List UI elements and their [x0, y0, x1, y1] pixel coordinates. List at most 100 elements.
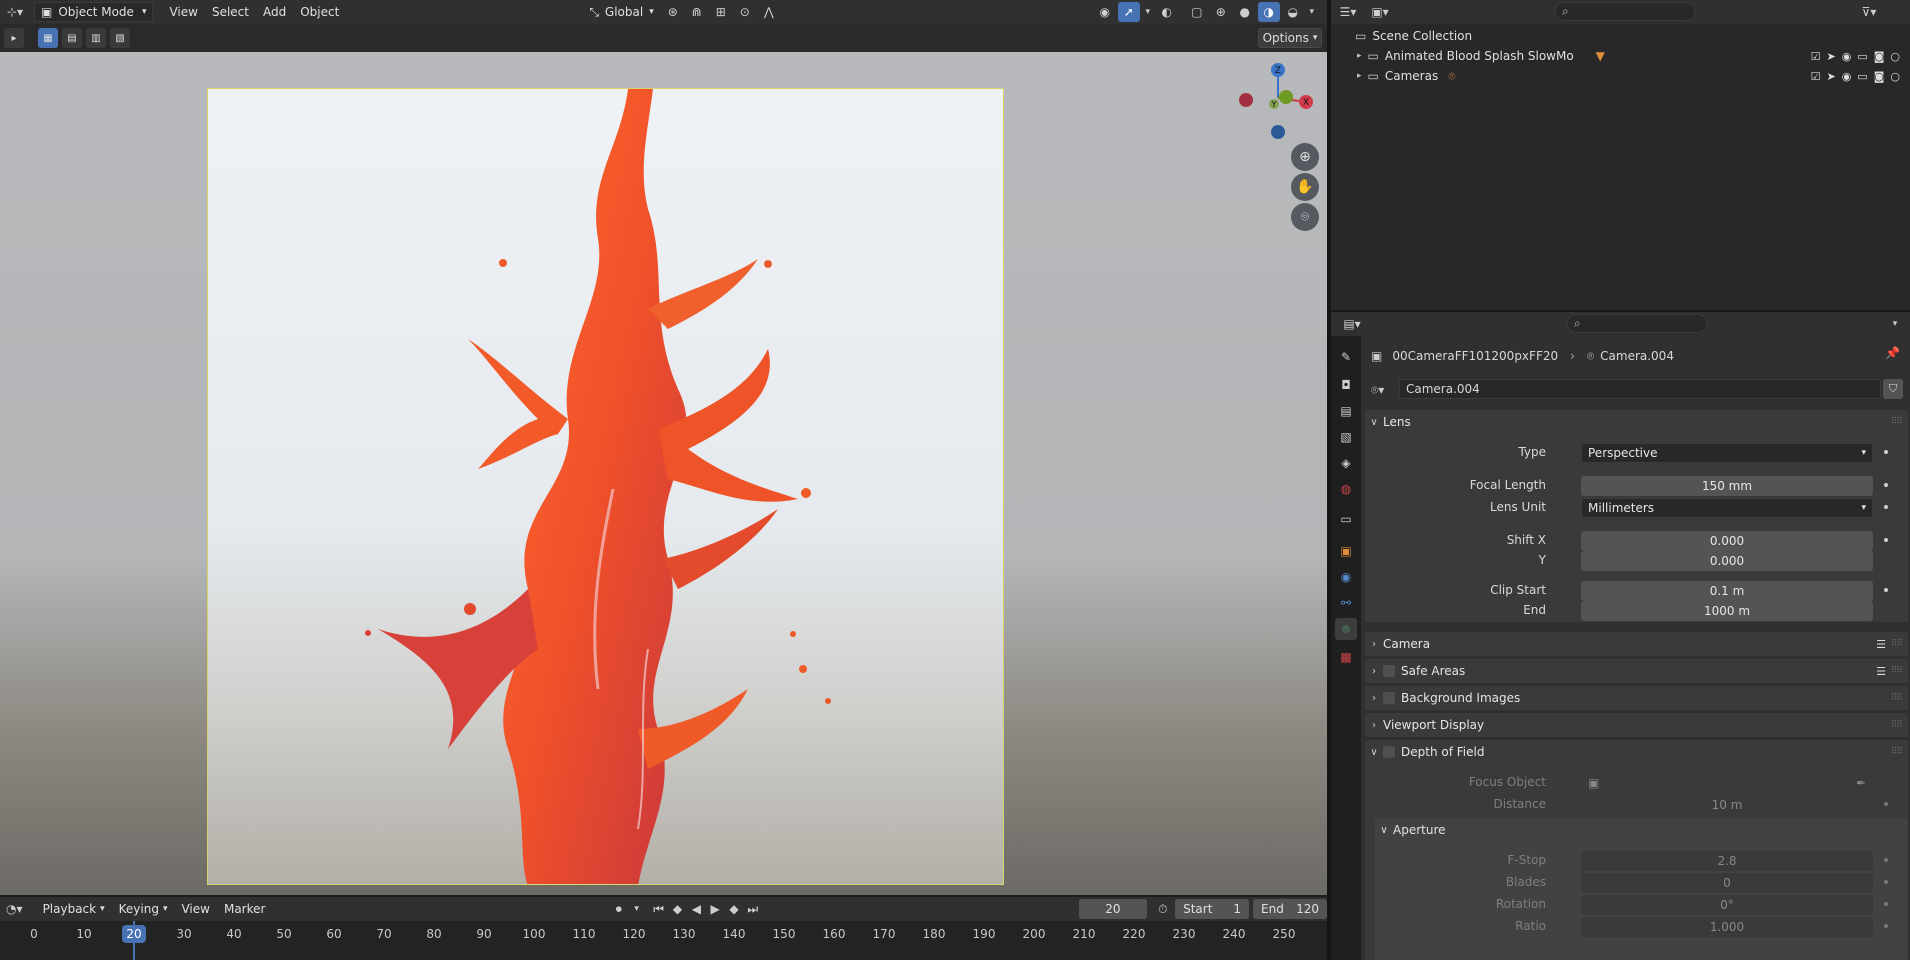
navigation-gizmo[interactable]: Z X Y — [1232, 60, 1322, 144]
pivot-icon[interactable]: ⊛ — [662, 2, 684, 22]
expand-arrow-icon[interactable]: ▸ — [1357, 71, 1362, 81]
options-button[interactable]: Options ▾ — [1258, 28, 1322, 48]
solid-shading-icon[interactable]: ● — [1234, 2, 1256, 22]
snap-icon[interactable]: ⋒ — [686, 2, 708, 22]
fstop-field[interactable]: 2.8 — [1581, 851, 1873, 871]
menu-object[interactable]: Object — [294, 2, 345, 22]
menu-view[interactable]: View — [163, 2, 203, 22]
select-extend-icon[interactable]: ▤ — [62, 28, 82, 48]
lens-unit-dropdown[interactable]: Millimeters ▾ — [1581, 498, 1873, 518]
keyframe-dot[interactable] — [1884, 802, 1888, 806]
blades-field[interactable]: 0 — [1581, 873, 1873, 893]
shift-y-field[interactable]: 0.000 — [1581, 551, 1873, 571]
xray-icon[interactable]: ▢ — [1186, 2, 1208, 22]
select-tool-icon[interactable]: ▸ — [4, 28, 24, 48]
menu-select[interactable]: Select — [206, 2, 255, 22]
distance-field[interactable]: 10 m — [1581, 795, 1873, 815]
zoom-icon[interactable]: ⊕ — [1291, 143, 1319, 171]
select-intersect-icon[interactable]: ▧ — [110, 28, 130, 48]
rotation-field[interactable]: 0° — [1581, 895, 1873, 915]
chevron-down-icon[interactable]: ▾ — [1306, 2, 1318, 22]
end-frame-field[interactable]: End 120 — [1253, 899, 1327, 919]
editor-type-icon[interactable]: ⊹▾ — [4, 2, 26, 22]
aperture-subpanel-header[interactable]: ∨ Aperture — [1375, 818, 1908, 842]
view-layer-tab-icon[interactable]: ▧ — [1335, 426, 1357, 448]
prev-keyframe-icon[interactable]: ◆ — [669, 899, 686, 919]
falloff-icon[interactable]: ⋀ — [758, 2, 780, 22]
timeline-ruler[interactable]: 0 10 30 40 50 60 70 80 90 100 110 120 130 140 150 160 17… — [0, 921, 1327, 960]
drag-grip-icon[interactable]: ⠿⠿ — [1891, 693, 1903, 703]
keyframe-dot[interactable] — [1884, 538, 1888, 542]
output-tab-icon[interactable]: ▤ — [1335, 400, 1357, 422]
start-frame-field[interactable]: Start 1 — [1175, 899, 1250, 919]
visibility-icon[interactable]: ◉ — [1094, 2, 1116, 22]
lens-panel-header[interactable]: ∨ Lens ⠿⠿ — [1365, 410, 1908, 434]
clip-start-field[interactable]: 0.1 m — [1581, 581, 1873, 601]
background-images-panel-header[interactable]: › Background Images ⠿⠿ — [1365, 686, 1908, 710]
drag-grip-icon[interactable]: ⠿⠿ — [1891, 720, 1903, 730]
mode-dropdown[interactable]: ▣ Object Mode ▾ — [34, 2, 154, 22]
outliner-row-cameras[interactable]: ▸ ▭ Cameras ⌾ ☑ ➤ ◉ ▭ ◙ ○ — [1331, 66, 1910, 86]
material-shading-icon[interactable]: ◑ — [1257, 2, 1280, 22]
display-mode-icon[interactable]: ▣▾ — [1369, 2, 1391, 22]
jump-start-icon[interactable]: ⏮ — [650, 899, 667, 919]
keyframe-dot[interactable] — [1884, 902, 1888, 906]
render-tab-icon[interactable]: ◘ — [1335, 374, 1357, 396]
safe-areas-panel-header[interactable]: › Safe Areas ☰ ⠿⠿ — [1365, 659, 1908, 683]
monitor-icon[interactable]: ▭ — [1857, 50, 1867, 63]
select-subtract-icon[interactable]: ▥ — [86, 28, 106, 48]
keyframe-dot[interactable] — [1884, 483, 1888, 487]
world-tab-icon[interactable]: ◍ — [1335, 478, 1357, 500]
clip-end-field[interactable]: 1000 m — [1581, 601, 1873, 621]
camera-data-tab-icon[interactable]: ⌾ — [1335, 618, 1357, 640]
checkbox-icon[interactable]: ☑ — [1811, 50, 1821, 63]
drag-grip-icon[interactable]: ⠿⠿ — [1891, 666, 1903, 676]
menu-add[interactable]: Add — [257, 2, 292, 22]
menu-view[interactable]: View — [175, 899, 215, 919]
properties-search-input[interactable]: ⌕ — [1567, 314, 1707, 333]
ratio-field[interactable]: 1.000 — [1581, 917, 1873, 937]
menu-keying[interactable]: Keying ▾ — [113, 899, 174, 919]
render-camera-icon[interactable]: ◙ — [1874, 50, 1885, 63]
outliner-row-scene-collection[interactable]: ▭ Scene Collection — [1331, 26, 1910, 46]
presets-list-icon[interactable]: ☰ — [1876, 638, 1886, 651]
depth-of-field-panel-header[interactable]: ∨ Depth of Field ⠿⠿ — [1365, 740, 1908, 764]
holdout-icon[interactable]: ○ — [1890, 70, 1900, 83]
render-camera-icon[interactable]: ◙ — [1874, 70, 1885, 83]
keyframe-dot[interactable] — [1884, 588, 1888, 592]
scene-tab-icon[interactable]: ◈ — [1335, 452, 1357, 474]
wireframe-shading-icon[interactable]: ⊕ — [1210, 2, 1232, 22]
current-frame-field[interactable]: 20 — [1079, 899, 1147, 919]
depth-of-field-checkbox[interactable] — [1383, 746, 1395, 758]
stopwatch-icon[interactable]: ⏱ — [1153, 899, 1174, 919]
camera-view-icon[interactable]: ⌾ — [1291, 203, 1319, 231]
datablock-name-field[interactable]: Camera.004 — [1399, 379, 1881, 399]
select-new-icon[interactable]: ▦ — [38, 28, 58, 48]
focus-object-field[interactable]: ▣ ✒ — [1581, 773, 1873, 793]
proportional-edit-icon[interactable]: ⊙ — [734, 2, 756, 22]
gizmo-toggle-icon[interactable]: ➚ — [1117, 2, 1140, 22]
keyframe-dot[interactable] — [1884, 880, 1888, 884]
chevron-down-icon[interactable]: ▾ — [1142, 2, 1154, 22]
chevron-down-icon[interactable]: ▾ — [1884, 314, 1906, 334]
drag-grip-icon[interactable]: ⠿⠿ — [1891, 747, 1903, 757]
snap-increment-icon[interactable]: ⊞ — [710, 2, 732, 22]
camera-panel-header[interactable]: › Camera ☰ ⠿⠿ — [1365, 632, 1908, 656]
collection-tab-icon[interactable]: ▭ — [1335, 508, 1357, 530]
physics-tab-icon[interactable]: ◉ — [1335, 566, 1357, 588]
eyedropper-icon[interactable]: ✒ — [1856, 776, 1866, 790]
object-tab-icon[interactable]: ▣ — [1335, 540, 1357, 562]
fake-user-shield-icon[interactable]: ⛉ — [1883, 379, 1903, 399]
keyframe-dot[interactable] — [1884, 450, 1888, 454]
keyframe-dot[interactable] — [1884, 505, 1888, 509]
jump-end-icon[interactable]: ⏭ — [744, 899, 761, 919]
pan-hand-icon[interactable]: ✋ — [1291, 173, 1319, 201]
viewport-display-panel-header[interactable]: › Viewport Display ⠿⠿ — [1365, 713, 1908, 737]
constraints-tab-icon[interactable]: ⚯ — [1335, 592, 1357, 614]
filter-icon[interactable]: ⊽▾ — [1858, 2, 1880, 22]
texture-tab-icon[interactable]: ▩ — [1335, 646, 1357, 668]
keyframe-dot[interactable] — [1884, 858, 1888, 862]
type-dropdown[interactable]: Perspective ▾ — [1581, 443, 1873, 463]
monitor-icon[interactable]: ▭ — [1857, 70, 1867, 83]
outliner-search-input[interactable]: ⌕ — [1555, 2, 1695, 21]
